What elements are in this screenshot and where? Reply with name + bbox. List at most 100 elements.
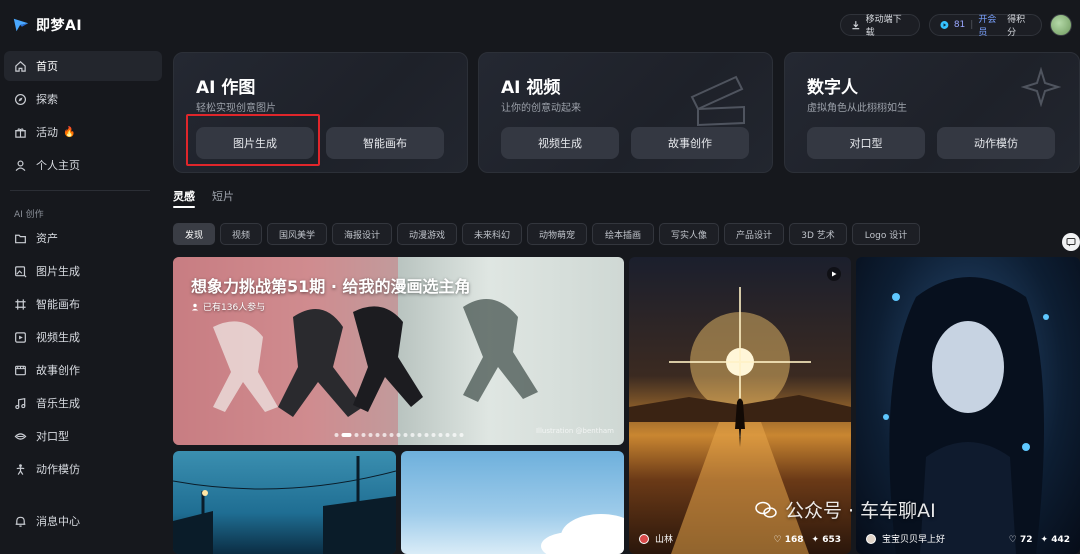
filter-chip[interactable]: 海报设计 (332, 223, 392, 245)
carousel-dot[interactable] (417, 433, 421, 437)
sidebar-item-profile[interactable]: 个人主页 (4, 150, 162, 180)
logo-text: 即梦AI (36, 18, 83, 34)
carousel-dot[interactable] (341, 433, 351, 437)
feed-tile-sky[interactable] (401, 451, 624, 554)
mobile-download-button[interactable]: 移动端下载 (840, 14, 920, 38)
carousel-dot[interactable] (431, 433, 435, 437)
active-tab-indicator (173, 206, 195, 208)
sidebar-item-assets[interactable]: 资产 (4, 223, 162, 253)
feed-tile-street[interactable] (173, 451, 396, 554)
logo-icon (13, 18, 29, 32)
carousel-dot[interactable] (403, 433, 407, 437)
challenge-banner[interactable]: 想象力挑战第51期 · 给我的漫画选主角 已有136人参与 Illustrati… (173, 257, 624, 445)
user-avatar[interactable] (1050, 14, 1072, 36)
filter-chip[interactable]: 视频 (220, 223, 262, 245)
filter-chip[interactable]: 写实人像 (659, 223, 719, 245)
download-icon (852, 21, 860, 30)
like-count[interactable]: ♡ 168 (774, 535, 804, 545)
carousel-dot[interactable] (361, 433, 365, 437)
app-logo[interactable]: 即梦AI (12, 14, 82, 36)
filter-chip[interactable]: 动物萌宠 (527, 223, 587, 245)
sidebar-item-explore[interactable]: 探索 (4, 84, 162, 114)
card-digital-human: 数字人 虚拟角色从此栩栩如生 对口型 动作模仿 (784, 52, 1080, 173)
user-icon (14, 159, 27, 172)
carousel-dot[interactable] (452, 433, 456, 437)
sidebar-divider (10, 190, 150, 191)
smart-canvas-button[interactable]: 智能画布 (326, 127, 444, 159)
remix-count[interactable]: ✦ 653 (812, 535, 841, 545)
folder-icon (14, 232, 27, 245)
carousel-dots[interactable] (334, 433, 463, 437)
carousel-dot[interactable] (368, 433, 372, 437)
filter-chip[interactable]: 未来科幻 (462, 223, 522, 245)
banner-participants: 已有136人参与 (191, 300, 265, 313)
tile-author[interactable]: 宝宝贝贝早上好 (866, 532, 945, 545)
mobile-download-label: 移动端下载 (865, 15, 902, 38)
sidebar-item-story[interactable]: 故事创作 (4, 355, 162, 385)
author-avatar (866, 533, 876, 544)
participants-label: 已有136人参与 (203, 303, 266, 313)
carousel-dot[interactable] (375, 433, 379, 437)
author-name: 宝宝贝贝早上好 (882, 535, 946, 545)
sidebar-item-activity[interactable]: 活动 🔥 (4, 117, 162, 147)
feedback-icon[interactable] (1062, 233, 1080, 251)
vip-label: 开会员 (978, 15, 997, 38)
gift-icon (14, 126, 27, 139)
filter-chip[interactable]: 动漫游戏 (397, 223, 457, 245)
sidebar-item-music[interactable]: 音乐生成 (4, 388, 162, 418)
user-icon (191, 303, 199, 310)
sidebar-item-video-gen[interactable]: 视频生成 (4, 322, 162, 352)
credits-button[interactable]: 81 | 开会员 得积分 (929, 14, 1042, 38)
carousel-dot[interactable] (334, 433, 338, 437)
sidebar-item-label: 个人主页 (36, 159, 80, 172)
motion-mimic-button[interactable]: 动作模仿 (937, 127, 1055, 159)
sidebar-item-notifications[interactable]: 消息中心 (4, 506, 162, 536)
carousel-dot[interactable] (396, 433, 400, 437)
carousel-dot[interactable] (410, 433, 414, 437)
filter-chip[interactable]: Logo 设计 (852, 223, 920, 245)
filter-chip[interactable]: 产品设计 (724, 223, 784, 245)
story-create-button[interactable]: 故事创作 (631, 127, 749, 159)
tile-author[interactable]: 山林 (639, 532, 673, 545)
sidebar-item-image-gen[interactable]: 图片生成 (4, 256, 162, 286)
credits-count: 81 (953, 20, 966, 30)
sidebar-item-motion[interactable]: 动作模仿 (4, 454, 162, 484)
banner-title: 想象力挑战第51期 · 给我的漫画选主角 (191, 277, 471, 296)
card-ai-video: AI 视频 让你的创意动起来 视频生成 故事创作 (478, 52, 773, 173)
sidebar-item-canvas[interactable]: 智能画布 (4, 289, 162, 319)
sidebar-item-label: 图片生成 (36, 265, 80, 278)
filter-chip[interactable]: 国风美学 (267, 223, 327, 245)
carousel-dot[interactable] (424, 433, 428, 437)
carousel-dot[interactable] (459, 433, 463, 437)
tab-shorts[interactable]: 短片 (212, 188, 234, 204)
sidebar: 即梦AI 首页 探索 活动 🔥 个人主页 AI 创作 资产 图片生成 智能画布 … (0, 0, 168, 554)
image-gen-icon (14, 265, 27, 278)
sidebar-item-label: 视频生成 (36, 331, 80, 344)
carousel-dot[interactable] (438, 433, 442, 437)
wechat-icon (755, 501, 777, 518)
sidebar-item-lipsync[interactable]: 对口型 (4, 421, 162, 451)
sidebar-item-label: 活动 (36, 126, 58, 139)
credits-separator: | (970, 20, 974, 30)
like-count[interactable]: ♡ 72 (1009, 535, 1033, 545)
carousel-dot[interactable] (382, 433, 386, 437)
author-avatar (639, 533, 649, 544)
remix-count[interactable]: ✦ 442 (1041, 535, 1070, 545)
tile-stats: ♡ 168 ✦ 653 (774, 535, 841, 545)
banner-credit: Illustration @bentham (535, 427, 614, 435)
lipsync-button[interactable]: 对口型 (807, 127, 925, 159)
sidebar-item-home[interactable]: 首页 (4, 51, 162, 81)
carousel-dot[interactable] (354, 433, 358, 437)
filter-chip[interactable]: 发现 (173, 223, 215, 245)
video-gen-button[interactable]: 视频生成 (501, 127, 619, 159)
video-gen-icon (14, 331, 27, 344)
carousel-dot[interactable] (445, 433, 449, 437)
clapperboard-deco-icon (690, 75, 745, 127)
filter-chip[interactable]: 绘本插画 (592, 223, 654, 245)
lipsync-icon (14, 430, 27, 443)
tab-inspiration[interactable]: 灵感 (173, 188, 195, 204)
music-icon (14, 397, 27, 410)
filter-chip[interactable]: 3D 艺术 (789, 223, 847, 245)
sidebar-item-label: 对口型 (36, 430, 69, 443)
carousel-dot[interactable] (389, 433, 393, 437)
